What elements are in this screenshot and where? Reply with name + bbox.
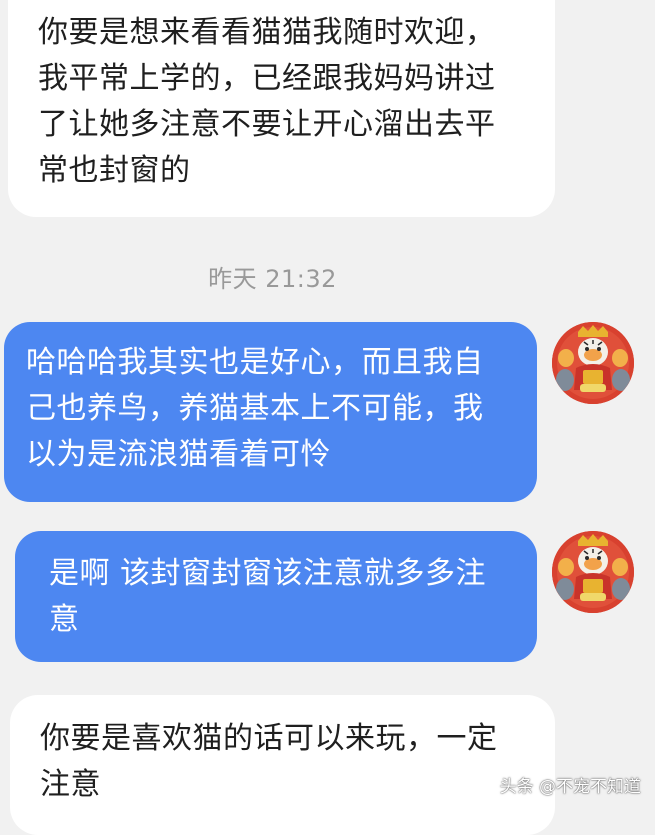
message-line: 以为是流浪猫看着可怜 [26, 437, 331, 472]
watermark: 头条 @不宠不知道 [499, 777, 641, 797]
message-line: 你要是想来看看猫猫我随时欢迎， [38, 15, 496, 50]
chat-bubble-incoming[interactable]: 你要是想来看看猫猫我随时欢迎， 我平常上学的，已经跟我妈妈讲过 了让她多注意不要… [8, 0, 555, 217]
chat-bubble-outgoing[interactable]: 是啊 该封窗封窗该注意就多多注 意 [15, 531, 537, 662]
message-line: 是啊 该封窗封窗该注意就多多注 [49, 556, 487, 591]
chat-bubble-incoming[interactable]: 你要是喜欢猫的话可以来玩，一定 注意 [10, 695, 555, 835]
tiger-god-of-wealth-avatar-icon[interactable] [552, 531, 634, 613]
message-line: 注意 [40, 767, 101, 802]
message-line: 了让她多注意不要让开心溜出去平 [38, 107, 496, 142]
chat-bubble-outgoing[interactable]: 哈哈哈我其实也是好心，而且我自 己也养鸟，养猫基本上不可能，我 以为是流浪猫看着… [4, 322, 537, 502]
tiger-god-of-wealth-avatar-icon[interactable] [552, 322, 634, 404]
message-line: 己也养鸟，养猫基本上不可能，我 [26, 391, 484, 426]
message-line: 我平常上学的，已经跟我妈妈讲过 [38, 61, 496, 96]
message-line: 常也封窗的 [38, 153, 191, 188]
message-line: 哈哈哈我其实也是好心，而且我自 [26, 345, 484, 380]
message-line: 意 [49, 602, 80, 637]
message-timestamp: 昨天 21:32 [208, 265, 337, 293]
message-line: 你要是喜欢猫的话可以来玩，一定 [40, 721, 498, 756]
